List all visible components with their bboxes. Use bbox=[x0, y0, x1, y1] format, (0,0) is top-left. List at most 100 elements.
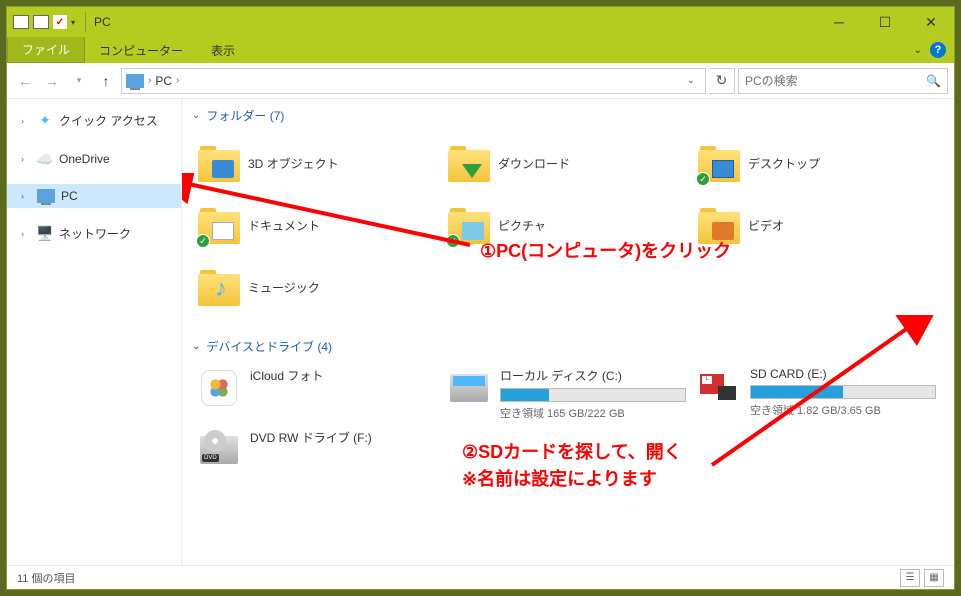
devices-grid: iCloud フォト ローカル ディスク (C:) 空き領域 165 GB/22… bbox=[192, 363, 944, 475]
pc-icon bbox=[126, 74, 144, 88]
folder-icon: ✓ bbox=[698, 142, 740, 184]
folder-icon bbox=[448, 142, 490, 184]
expand-icon[interactable]: › bbox=[21, 191, 31, 201]
item-count: 11 個の項目 bbox=[17, 570, 75, 586]
navigation-pane: › ✦ クイック アクセス › ☁️ OneDrive › PC › 🖥️ ネッ… bbox=[7, 99, 182, 565]
drive-dvd-rw-f[interactable]: DVD DVD RW ドライブ (F:) bbox=[192, 425, 442, 475]
minimize-button[interactable]: ─ bbox=[816, 7, 862, 37]
sidebar-item-onedrive[interactable]: › ☁️ OneDrive bbox=[7, 146, 181, 172]
onedrive-icon: ☁️ bbox=[37, 151, 53, 167]
expand-icon[interactable]: › bbox=[21, 154, 31, 164]
expand-icon[interactable]: › bbox=[21, 229, 31, 239]
sidebar-label: OneDrive bbox=[59, 152, 110, 166]
folder-music[interactable]: ♪ ミュージック bbox=[192, 256, 442, 318]
collapse-icon: ⌄ bbox=[192, 341, 200, 352]
drive-label: iCloud フォト bbox=[250, 367, 436, 384]
search-input[interactable] bbox=[745, 74, 926, 88]
file-menu[interactable]: ファイル bbox=[7, 37, 85, 63]
up-button[interactable]: ↑ bbox=[94, 69, 118, 93]
status-bar: 11 個の項目 ☰ ▦ bbox=[7, 565, 954, 589]
content-pane: ⌄ フォルダー (7) 3D オブジェクト ダウンロード ✓ デスクトップ ✓ bbox=[182, 99, 954, 565]
free-space-label: 空き領域 165 GB/222 GB bbox=[500, 405, 686, 421]
sidebar-label: PC bbox=[61, 189, 78, 203]
expand-icon[interactable]: › bbox=[21, 116, 31, 126]
drive-sd-card-e[interactable]: L SD CARD (E:) 空き領域 1.82 GB/3.65 GB bbox=[692, 363, 942, 425]
maximize-button[interactable]: ☐ bbox=[862, 7, 908, 37]
network-icon: 🖥️ bbox=[37, 226, 53, 242]
pc-icon bbox=[37, 189, 55, 203]
sidebar-label: クイック アクセス bbox=[59, 112, 158, 129]
computer-tab[interactable]: コンピューター bbox=[85, 38, 197, 63]
folder-documents[interactable]: ✓ ドキュメント bbox=[192, 194, 442, 256]
drive-icloud-photos[interactable]: iCloud フォト bbox=[192, 363, 442, 425]
expand-ribbon-icon[interactable]: ⌄ bbox=[914, 45, 922, 56]
group-label: フォルダー (7) bbox=[206, 107, 284, 124]
drive-label: SD CARD (E:) bbox=[750, 367, 936, 381]
folder-label: ミュージック bbox=[248, 279, 320, 296]
sidebar-item-network[interactable]: › 🖥️ ネットワーク bbox=[7, 220, 181, 247]
sidebar-item-pc[interactable]: › PC bbox=[7, 184, 181, 208]
folder-label: ドキュメント bbox=[248, 217, 320, 234]
dvd-drive-icon: DVD bbox=[198, 429, 240, 471]
folder-pictures[interactable]: ✓ ピクチャ bbox=[442, 194, 692, 256]
drive-local-disk-c[interactable]: ローカル ディスク (C:) 空き領域 165 GB/222 GB bbox=[442, 363, 692, 425]
qat-btn-1[interactable] bbox=[33, 15, 49, 29]
group-header-devices[interactable]: ⌄ デバイスとドライブ (4) bbox=[192, 338, 944, 355]
qat-btn-properties[interactable]: ✓ bbox=[53, 15, 67, 29]
address-bar[interactable]: › PC › ⌄ bbox=[121, 68, 706, 94]
window-title: PC bbox=[94, 15, 111, 29]
help-icon[interactable]: ? bbox=[930, 42, 946, 58]
back-button[interactable]: ← bbox=[13, 69, 37, 93]
refresh-button[interactable]: ↻ bbox=[709, 68, 735, 94]
folder-label: デスクトップ bbox=[748, 155, 820, 172]
view-tab[interactable]: 表示 bbox=[197, 38, 249, 63]
details-view-button[interactable]: ☰ bbox=[900, 569, 920, 587]
window-controls: ─ ☐ ✕ bbox=[816, 7, 954, 37]
icloud-photos-icon bbox=[198, 367, 240, 409]
folder-icon: ♪ bbox=[198, 266, 240, 308]
free-space-label: 空き領域 1.82 GB/3.65 GB bbox=[750, 402, 936, 418]
folder-label: 3D オブジェクト bbox=[248, 155, 339, 172]
qat-dropdown-icon[interactable]: ▾ bbox=[71, 18, 75, 27]
drive-label: DVD RW ドライブ (F:) bbox=[250, 429, 436, 446]
capacity-bar bbox=[750, 385, 936, 399]
breadcrumb-sep[interactable]: › bbox=[176, 75, 179, 86]
quick-access-toolbar: ✓ ▾ bbox=[7, 15, 81, 29]
folder-icon bbox=[198, 142, 240, 184]
folder-label: ダウンロード bbox=[498, 155, 570, 172]
folder-downloads[interactable]: ダウンロード bbox=[442, 132, 692, 194]
ribbon-tabs: ファイル コンピューター 表示 ⌄ ? bbox=[7, 37, 954, 63]
sidebar-label: ネットワーク bbox=[59, 225, 131, 242]
search-box[interactable]: 🔍 bbox=[738, 68, 948, 94]
group-header-folders[interactable]: ⌄ フォルダー (7) bbox=[192, 107, 944, 124]
close-button[interactable]: ✕ bbox=[908, 7, 954, 37]
sd-card-icon: L bbox=[698, 367, 740, 409]
folder-3d-objects[interactable]: 3D オブジェクト bbox=[192, 132, 442, 194]
group-label: デバイスとドライブ (4) bbox=[206, 338, 332, 355]
sidebar-item-quick-access[interactable]: › ✦ クイック アクセス bbox=[7, 107, 181, 134]
folder-desktop[interactable]: ✓ デスクトップ bbox=[692, 132, 942, 194]
explorer-icon bbox=[13, 15, 29, 29]
folder-videos[interactable]: ビデオ bbox=[692, 194, 942, 256]
explorer-window: ✓ ▾ PC ─ ☐ ✕ ファイル コンピューター 表示 ⌄ ? ← → ▾ ↑… bbox=[6, 6, 955, 590]
address-dropdown-icon[interactable]: ⌄ bbox=[681, 75, 701, 86]
folder-label: ビデオ bbox=[748, 217, 784, 234]
separator bbox=[85, 12, 86, 32]
drive-label: ローカル ディスク (C:) bbox=[500, 367, 686, 384]
address-bar-row: ← → ▾ ↑ › PC › ⌄ ↻ 🔍 bbox=[7, 63, 954, 99]
breadcrumb-sep[interactable]: › bbox=[148, 75, 151, 86]
capacity-bar bbox=[500, 388, 686, 402]
tiles-view-button[interactable]: ▦ bbox=[924, 569, 944, 587]
forward-button[interactable]: → bbox=[40, 69, 64, 93]
search-icon[interactable]: 🔍 bbox=[926, 74, 941, 88]
breadcrumb-pc[interactable]: PC bbox=[155, 74, 172, 88]
folder-label: ピクチャ bbox=[498, 217, 546, 234]
collapse-icon: ⌄ bbox=[192, 110, 200, 121]
folders-grid: 3D オブジェクト ダウンロード ✓ デスクトップ ✓ ドキュメント ✓ ピクチ… bbox=[192, 132, 944, 318]
titlebar: ✓ ▾ PC ─ ☐ ✕ bbox=[7, 7, 954, 37]
folder-icon: ✓ bbox=[448, 204, 490, 246]
quick-access-icon: ✦ bbox=[37, 113, 53, 129]
recent-dropdown-icon[interactable]: ▾ bbox=[67, 69, 91, 93]
folder-icon: ✓ bbox=[198, 204, 240, 246]
disk-icon bbox=[448, 367, 490, 409]
